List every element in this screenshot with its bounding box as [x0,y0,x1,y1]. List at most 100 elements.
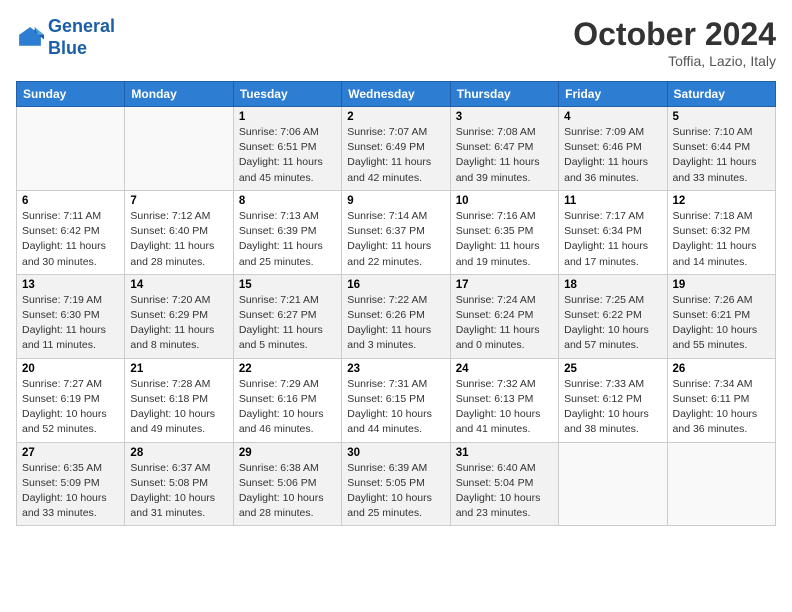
day-detail: Sunrise: 7:11 AMSunset: 6:42 PMDaylight:… [22,209,119,270]
calendar-cell: 29 Sunrise: 6:38 AMSunset: 5:06 PMDayligh… [233,442,341,526]
day-detail: Sunrise: 7:13 AMSunset: 6:39 PMDaylight:… [239,209,336,270]
logo-icon [16,24,44,52]
day-number: 25 [564,363,661,375]
day-number: 21 [130,363,227,375]
logo: General Blue [16,16,115,59]
day-number: 31 [456,447,553,459]
calendar-cell [17,107,125,191]
day-detail: Sunrise: 7:24 AMSunset: 6:24 PMDaylight:… [456,293,553,354]
day-detail: Sunrise: 7:33 AMSunset: 6:12 PMDaylight:… [564,377,661,438]
day-number: 10 [456,195,553,207]
calendar-cell: 2 Sunrise: 7:07 AMSunset: 6:49 PMDaylight… [342,107,450,191]
day-detail: Sunrise: 7:28 AMSunset: 6:18 PMDaylight:… [130,377,227,438]
calendar-week-4: 20Sunrise: 7:27 AMSunset: 6:19 PMDayligh… [17,358,776,442]
calendar-header: SundayMondayTuesdayWednesdayThursdayFrid… [17,82,776,107]
day-number: 28 [130,447,227,459]
day-detail: Sunrise: 6:35 AMSunset: 5:09 PMDaylight:… [22,461,119,522]
day-detail: Sunrise: 7:08 AMSunset: 6:47 PMDaylight:… [456,125,553,186]
logo-line2: Blue [48,38,87,58]
calendar-week-5: 27 Sunrise: 6:35 AMSunset: 5:09 PMDayligh… [17,442,776,526]
day-number: 23 [347,363,444,375]
calendar-body: 1 Sunrise: 7:06 AMSunset: 6:51 PMDaylight… [17,107,776,526]
day-number: 26 [673,363,770,375]
day-number: 5 [673,111,770,123]
day-number: 29 [239,447,336,459]
day-detail: Sunrise: 6:39 AMSunset: 5:05 PMDaylight:… [347,461,444,522]
day-detail: Sunrise: 7:14 AMSunset: 6:37 PMDaylight:… [347,209,444,270]
day-detail: Sunrise: 7:22 AMSunset: 6:26 PMDaylight:… [347,293,444,354]
calendar-cell [559,442,667,526]
calendar-cell: 14 Sunrise: 7:20 AMSunset: 6:29 PMDayligh… [125,274,233,358]
day-number: 22 [239,363,336,375]
day-number: 18 [564,279,661,291]
day-number: 15 [239,279,336,291]
weekday-header-tuesday: Tuesday [233,82,341,107]
page-header: General Blue October 2024 Toffia, Lazio,… [16,16,776,69]
day-number: 14 [130,279,227,291]
calendar-cell: 11Sunrise: 7:17 AMSunset: 6:34 PMDayligh… [559,190,667,274]
calendar-cell: 26Sunrise: 7:34 AMSunset: 6:11 PMDayligh… [667,358,775,442]
weekday-row: SundayMondayTuesdayWednesdayThursdayFrid… [17,82,776,107]
calendar-cell: 5Sunrise: 7:10 AMSunset: 6:44 PMDaylight… [667,107,775,191]
calendar-cell: 28 Sunrise: 6:37 AMSunset: 5:08 PMDayligh… [125,442,233,526]
day-detail: Sunrise: 7:25 AMSunset: 6:22 PMDaylight:… [564,293,661,354]
calendar-cell: 16 Sunrise: 7:22 AMSunset: 6:26 PMDayligh… [342,274,450,358]
weekday-header-sunday: Sunday [17,82,125,107]
day-detail: Sunrise: 7:07 AMSunset: 6:49 PMDaylight:… [347,125,444,186]
logo-line1: General [48,16,115,36]
calendar-cell: 8Sunrise: 7:13 AMSunset: 6:39 PMDaylight… [233,190,341,274]
calendar-cell: 9 Sunrise: 7:14 AMSunset: 6:37 PMDaylight… [342,190,450,274]
day-number: 6 [22,195,119,207]
calendar-cell: 24 Sunrise: 7:32 AMSunset: 6:13 PMDayligh… [450,358,558,442]
weekday-header-monday: Monday [125,82,233,107]
calendar-cell: 10Sunrise: 7:16 AMSunset: 6:35 PMDayligh… [450,190,558,274]
day-number: 7 [130,195,227,207]
day-number: 3 [456,111,553,123]
calendar-cell: 22 Sunrise: 7:29 AMSunset: 6:16 PMDayligh… [233,358,341,442]
calendar-cell [125,107,233,191]
day-number: 4 [564,111,661,123]
location: Toffia, Lazio, Italy [573,53,776,69]
title-block: October 2024 Toffia, Lazio, Italy [573,16,776,69]
day-detail: Sunrise: 7:21 AMSunset: 6:27 PMDaylight:… [239,293,336,354]
day-detail: Sunrise: 6:40 AMSunset: 5:04 PMDaylight:… [456,461,553,522]
day-number: 17 [456,279,553,291]
calendar-cell: 31 Sunrise: 6:40 AMSunset: 5:04 PMDayligh… [450,442,558,526]
calendar-cell: 13Sunrise: 7:19 AMSunset: 6:30 PMDayligh… [17,274,125,358]
day-number: 30 [347,447,444,459]
calendar-cell: 17 Sunrise: 7:24 AMSunset: 6:24 PMDayligh… [450,274,558,358]
weekday-header-wednesday: Wednesday [342,82,450,107]
day-number: 12 [673,195,770,207]
day-detail: Sunrise: 7:06 AMSunset: 6:51 PMDaylight:… [239,125,336,186]
day-detail: Sunrise: 7:20 AMSunset: 6:29 PMDaylight:… [130,293,227,354]
weekday-header-friday: Friday [559,82,667,107]
day-detail: Sunrise: 7:19 AMSunset: 6:30 PMDaylight:… [22,293,119,354]
day-number: 2 [347,111,444,123]
calendar-week-2: 6 Sunrise: 7:11 AMSunset: 6:42 PMDaylight… [17,190,776,274]
day-detail: Sunrise: 7:32 AMSunset: 6:13 PMDaylight:… [456,377,553,438]
day-number: 24 [456,363,553,375]
calendar-cell: 20Sunrise: 7:27 AMSunset: 6:19 PMDayligh… [17,358,125,442]
day-detail: Sunrise: 6:38 AMSunset: 5:06 PMDaylight:… [239,461,336,522]
calendar-cell: 18 Sunrise: 7:25 AMSunset: 6:22 PMDayligh… [559,274,667,358]
day-number: 1 [239,111,336,123]
calendar-cell: 27 Sunrise: 6:35 AMSunset: 5:09 PMDayligh… [17,442,125,526]
weekday-header-thursday: Thursday [450,82,558,107]
day-number: 9 [347,195,444,207]
day-number: 19 [673,279,770,291]
day-number: 27 [22,447,119,459]
day-number: 16 [347,279,444,291]
calendar-cell: 4Sunrise: 7:09 AMSunset: 6:46 PMDaylight… [559,107,667,191]
calendar-cell: 19Sunrise: 7:26 AMSunset: 6:21 PMDayligh… [667,274,775,358]
day-number: 20 [22,363,119,375]
day-detail: Sunrise: 6:37 AMSunset: 5:08 PMDaylight:… [130,461,227,522]
day-detail: Sunrise: 7:31 AMSunset: 6:15 PMDaylight:… [347,377,444,438]
calendar-cell: 7 Sunrise: 7:12 AMSunset: 6:40 PMDaylight… [125,190,233,274]
weekday-header-saturday: Saturday [667,82,775,107]
calendar-cell: 23 Sunrise: 7:31 AMSunset: 6:15 PMDayligh… [342,358,450,442]
calendar-cell: 1 Sunrise: 7:06 AMSunset: 6:51 PMDaylight… [233,107,341,191]
calendar-cell: 3 Sunrise: 7:08 AMSunset: 6:47 PMDaylight… [450,107,558,191]
day-detail: Sunrise: 7:29 AMSunset: 6:16 PMDaylight:… [239,377,336,438]
day-detail: Sunrise: 7:12 AMSunset: 6:40 PMDaylight:… [130,209,227,270]
calendar-cell [667,442,775,526]
